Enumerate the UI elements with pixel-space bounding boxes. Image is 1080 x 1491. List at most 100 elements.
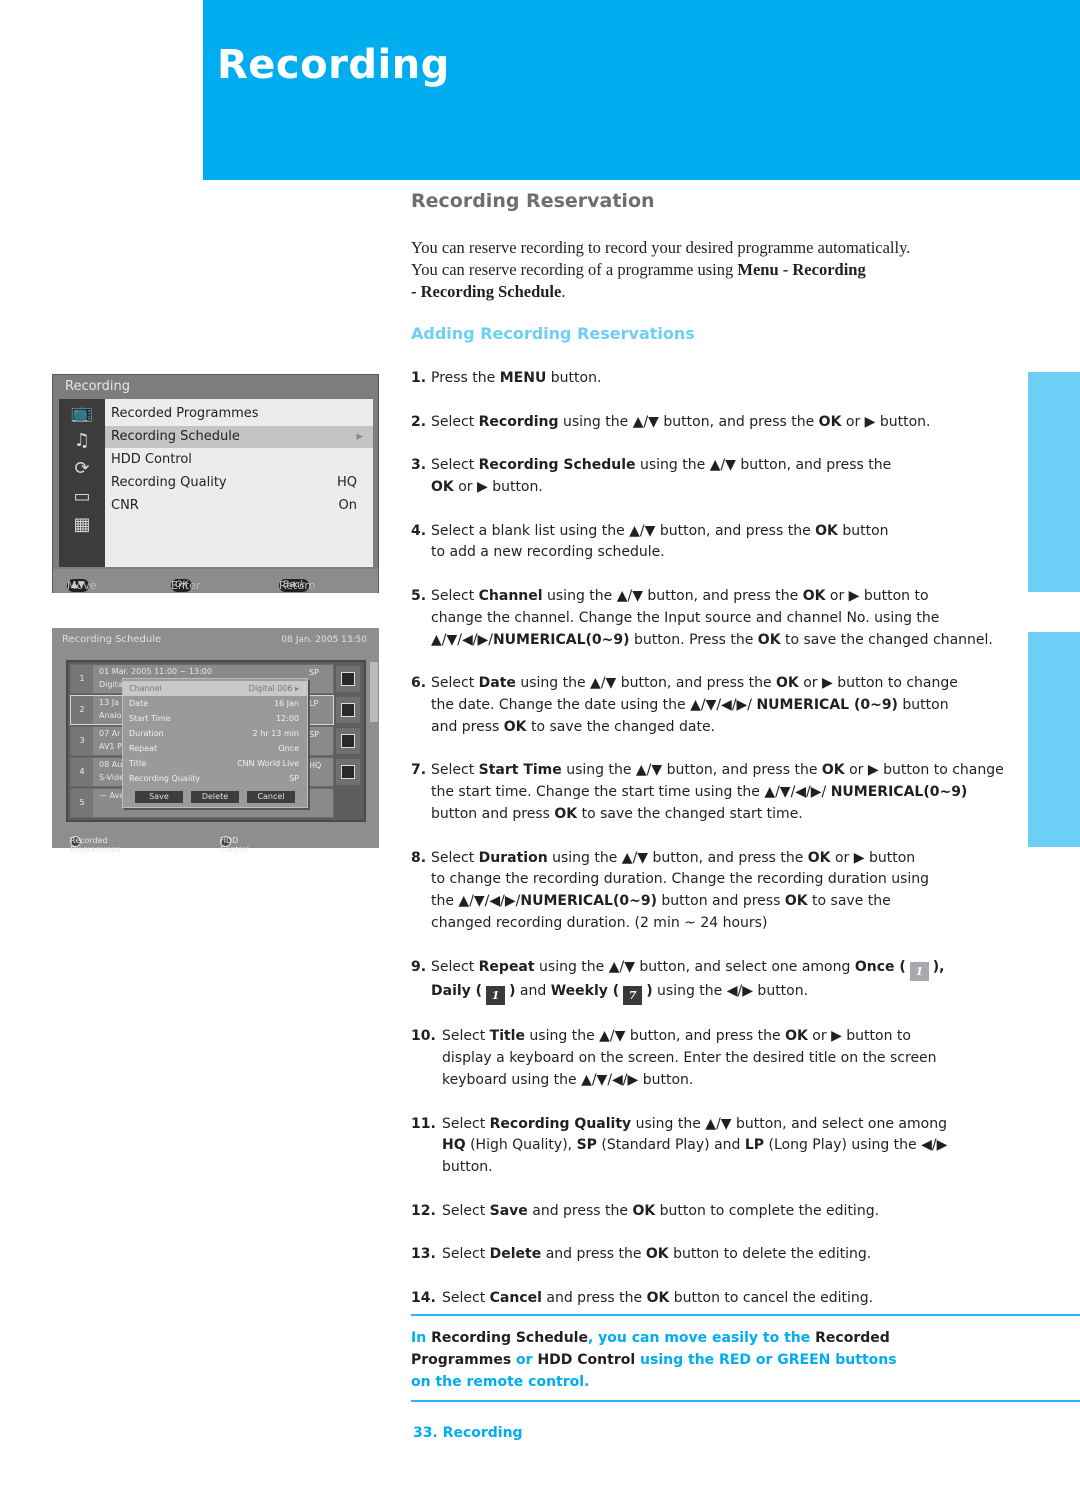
step-keyword: Date: [478, 675, 516, 692]
menu-list: Recorded Programmes Recording Schedule ▸ …: [105, 399, 373, 567]
step-text: to save the changed start time.: [577, 805, 803, 822]
popup-field-value: 2 hr 13 min: [252, 729, 299, 738]
step-text: to save the: [807, 893, 891, 910]
help-move: Move: [67, 579, 97, 592]
chapter-header: Recording: [203, 0, 1080, 180]
step-number: 8.: [411, 849, 427, 866]
step-keyword: NUMERICAL(0~9): [492, 631, 630, 648]
step-text: button: [897, 696, 949, 713]
side-tab: [1028, 372, 1080, 592]
step-keyword: Recording Schedule: [478, 457, 636, 474]
step-keyword: OK: [646, 1289, 670, 1306]
step-text: Select: [431, 413, 479, 430]
note-text: Recording Schedule: [431, 1330, 588, 1346]
step-number: 6.: [411, 675, 427, 692]
step-text: Select: [442, 1246, 490, 1263]
step-text: or ▶ button.: [841, 413, 931, 430]
menu-item-value: HQ: [336, 475, 357, 490]
step-number: 5.: [411, 587, 427, 604]
step-item: 9. Select Repeat using the ▲/▼ button, an…: [411, 957, 1021, 1005]
repeat-daily-icon: 1: [486, 985, 506, 1005]
step-text: button: [837, 522, 889, 539]
step-text: changed recording duration. (2 min ~ 24 …: [431, 914, 768, 931]
repeat-weekly-icon: [336, 728, 360, 754]
step-keyword: Delete: [489, 1246, 542, 1263]
row-quality: SP: [309, 730, 319, 739]
step-item: 11. Select Recording Quality using the ▲/…: [411, 1114, 1021, 1179]
help-return: Return: [279, 579, 316, 592]
step-text: to save the changed channel.: [780, 631, 993, 648]
period: .: [561, 282, 566, 301]
row-line1: 01 Mar. 2005 11:00 ~ 13:00: [99, 667, 212, 676]
row-quality: SP: [309, 668, 319, 677]
step-number: 1.: [411, 370, 427, 386]
step-text: or ▶ button.: [453, 478, 543, 495]
popup-field: Repeat Once: [123, 741, 307, 756]
step-keyword: NUMERICAL(0~9): [830, 784, 968, 801]
step-item: 3. Select Recording Schedule using the ▲/…: [411, 455, 1021, 499]
step-keyword: HQ: [442, 1137, 466, 1154]
section-title: Recording Reservation: [411, 190, 655, 212]
step-keyword: Start Time: [478, 762, 562, 779]
popup-field-value: 12:00: [275, 714, 299, 723]
step-text: Select: [431, 958, 479, 975]
step-item: 14. Select Cancel and press the OK button…: [411, 1288, 1021, 1310]
step-number: 2.: [411, 413, 427, 430]
setup-icon: ▦: [73, 514, 91, 535]
row-line2: AV1 P: [99, 742, 122, 751]
step-keyword: LP: [744, 1137, 765, 1154]
step-item: 5. Select Channel using the ▲/▼ button, a…: [411, 586, 1021, 651]
step-number: 3.: [411, 457, 427, 474]
recorder-icon: ▭: [73, 486, 91, 507]
step-item: 13. Select Delete and press the OK button…: [411, 1244, 1021, 1266]
step-text: or ▶ button to: [825, 587, 929, 604]
step-text: or ▶ button to change: [798, 675, 958, 692]
step-keyword: OK: [785, 1028, 808, 1045]
step-keyword: OK: [784, 893, 808, 910]
row-number: 4: [71, 758, 93, 786]
step-text: or ▶ button to change: [844, 762, 1004, 779]
repeat-once-icon: 1: [909, 961, 929, 981]
menu-icon-bar: 📺 ♫ ⟳ ▭ ▦: [59, 399, 105, 567]
step-text: Select: [431, 849, 479, 866]
step-number: 14.: [411, 1289, 436, 1306]
subsection-title: Adding Recording Reservations: [411, 324, 695, 343]
popup-field-value: Once: [278, 744, 299, 753]
popup-field-label: Repeat: [129, 744, 158, 753]
popup-field-value: 16 Jan: [273, 699, 299, 708]
step-keyword: OK: [632, 1202, 656, 1219]
step-text: change the channel. Change the Input sou…: [431, 609, 940, 626]
step-keyword: Channel: [478, 587, 543, 604]
popup-field: Channel Digital 006 ▸: [123, 681, 307, 696]
menu-item-selected: Recording Schedule ▸: [105, 426, 373, 448]
step-text: (Standard Play) and: [596, 1137, 745, 1154]
tip-note: In Recording Schedule, you can move easi…: [411, 1314, 1080, 1402]
repeat-weekly-icon: [336, 759, 360, 785]
schedule-title: Recording Schedule: [62, 634, 162, 645]
intro-paragraph: You can reserve recording to record your…: [411, 237, 971, 303]
step-text: button and press: [431, 805, 555, 822]
step-keyword: NUMERICAL (0~9): [756, 696, 898, 713]
step-keyword: NUMERICAL(0~9): [520, 893, 657, 910]
step-text: button and press: [656, 893, 785, 910]
step-item: 12. Select Save and press the OK button t…: [411, 1201, 1021, 1223]
popup-field-label: Recording Quality: [129, 774, 201, 783]
row-number: 1: [71, 665, 93, 693]
step-text: button to cancel the editing.: [669, 1289, 874, 1306]
step-keyword: OK: [776, 675, 799, 692]
step-text: Press the: [431, 370, 500, 386]
popup-field-value: Digital 006 ▸: [248, 684, 299, 693]
step-keyword: OK: [818, 413, 842, 430]
note-text: , you can move easily to the: [587, 1330, 816, 1346]
step-keyword: OK: [821, 762, 845, 779]
note-text: HDD Control: [537, 1351, 636, 1368]
step-number: 10.: [411, 1028, 436, 1045]
popup-field: Recording Quality SP: [123, 771, 307, 786]
step-keyword: Recording: [478, 413, 559, 430]
step-text: Select: [442, 1202, 490, 1219]
intro-line: You can reserve recording of a programme…: [411, 260, 738, 279]
step-text: using the ▲/▼ button, and press the: [558, 413, 819, 430]
menu-path: Menu - Recording: [737, 260, 866, 279]
step-text: Select: [442, 1289, 490, 1306]
menu-path: - Recording Schedule: [411, 282, 562, 301]
